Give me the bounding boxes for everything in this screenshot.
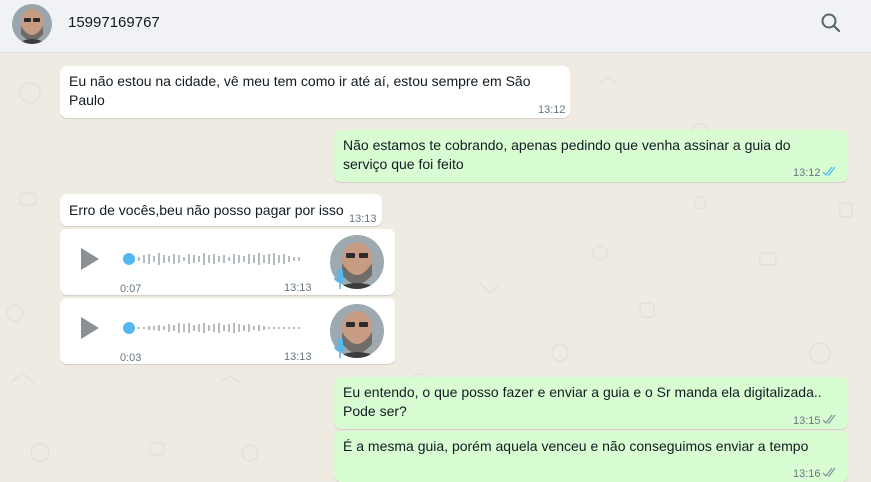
microphone-icon: [333, 269, 347, 289]
play-icon[interactable]: [78, 315, 102, 341]
message-text: É a mesma guia, porém aquela venceu e nã…: [343, 438, 809, 454]
message-bubble-outgoing[interactable]: É a mesma guia, porém aquela venceu e nã…: [334, 431, 848, 482]
voice-message[interactable]: 0:07 13:13: [60, 229, 395, 295]
message-bubble-incoming[interactable]: Eu não estou na cidade, vê meu tem como …: [60, 66, 570, 118]
play-icon[interactable]: [78, 246, 102, 272]
microphone-icon: [333, 338, 347, 358]
message-text: Eu não estou na cidade, vê meu tem como …: [69, 73, 531, 89]
message-time: 13:13: [284, 282, 312, 294]
contact-name[interactable]: 15997169767: [68, 14, 160, 31]
message-text: Eu entendo, o que posso fazer e enviar a…: [343, 384, 822, 400]
chat-panel: Eu não estou na cidade, vê meu tem como …: [0, 53, 871, 482]
message-bubble-outgoing[interactable]: Não estamos te cobrando, apenas pedindo …: [334, 130, 848, 182]
message-bubble-incoming[interactable]: Erro de vocês,beu não posso pagar por is…: [60, 194, 382, 226]
message-time: 13:15: [793, 415, 821, 427]
waveform[interactable]: [136, 320, 302, 336]
message-text: Paulo: [69, 92, 105, 108]
read-ticks-icon: [822, 414, 836, 424]
read-ticks-icon: [822, 467, 836, 477]
search-icon[interactable]: [818, 10, 844, 36]
waveform[interactable]: [136, 251, 302, 267]
message-time: 13:12: [538, 104, 566, 116]
message-text: Não estamos te cobrando, apenas pedindo …: [343, 137, 791, 153]
progress-dot[interactable]: [123, 253, 135, 265]
message-text: Erro de vocês,beu não posso pagar por is…: [69, 202, 344, 218]
message-time: 13:13: [284, 351, 312, 363]
progress-dot[interactable]: [123, 322, 135, 334]
message-bubble-outgoing[interactable]: Eu entendo, o que posso fazer e enviar a…: [334, 377, 848, 429]
message-text: serviço que foi feito: [343, 156, 464, 172]
message-time: 13:16: [793, 468, 821, 480]
avatar[interactable]: [12, 4, 52, 44]
message-text: Pode ser?: [343, 403, 407, 419]
chat-header: 15997169767: [0, 0, 871, 53]
voice-duration: 0:03: [120, 352, 142, 364]
voice-message[interactable]: 0:03 13:13: [60, 298, 395, 364]
read-ticks-icon: [822, 166, 836, 176]
message-time: 13:13: [349, 213, 377, 225]
voice-duration: 0:07: [120, 283, 142, 295]
message-time: 13:12: [793, 167, 821, 179]
